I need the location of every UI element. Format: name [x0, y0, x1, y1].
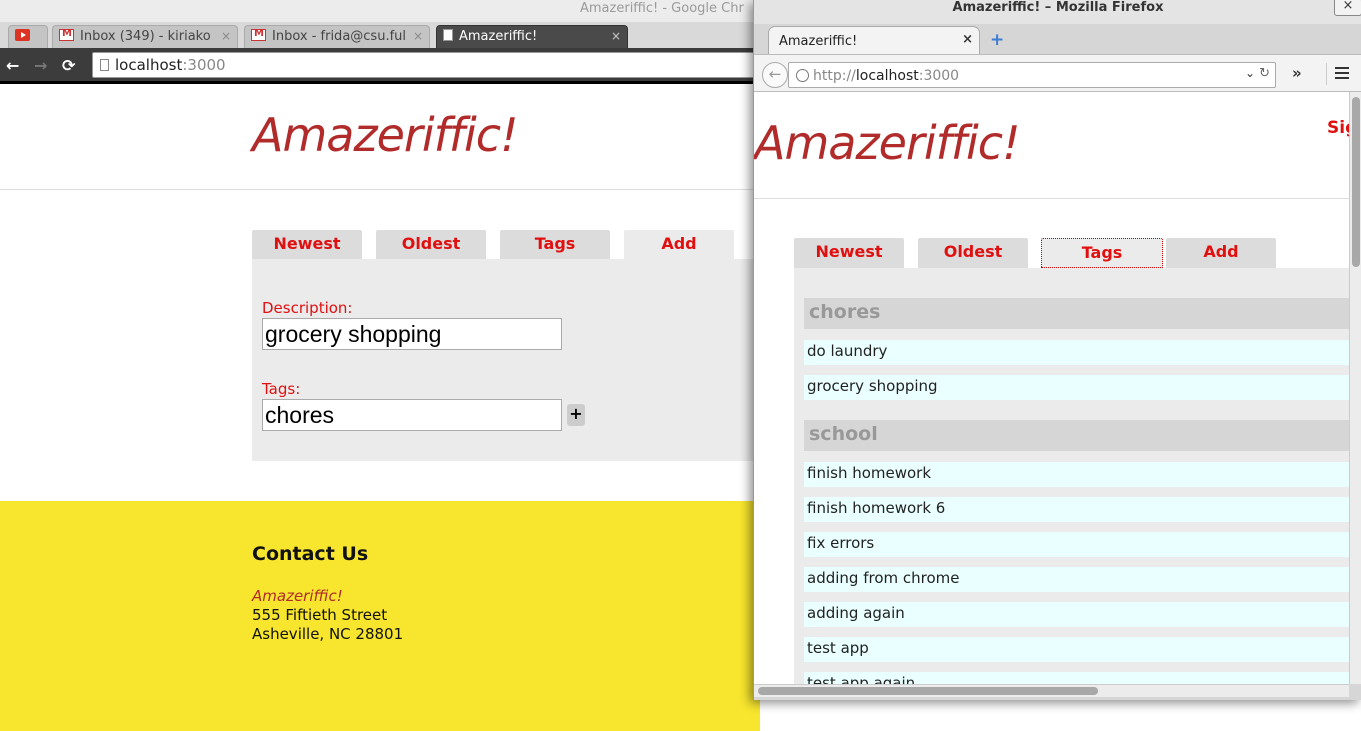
firefox-tab-label: Amazeriffic!	[779, 34, 858, 49]
brand-logo[interactable]: Amazeriffic!	[252, 108, 519, 162]
page-icon	[100, 59, 109, 71]
list-item: test app again	[804, 672, 1349, 684]
footer-brand: Amazeriffic!	[252, 587, 343, 605]
tags-input[interactable]: chores	[262, 399, 562, 431]
brand-logo[interactable]: Amazeriffic!	[754, 116, 1021, 170]
url-port: :3000	[918, 68, 960, 84]
tab-tags[interactable]: Tags	[1041, 238, 1163, 268]
tags-label: Tags:	[262, 380, 301, 398]
chrome-tab-label: Inbox - frida@csu.ful	[272, 29, 406, 44]
firefox-window: Amazeriffic! – Mozilla Firefox × Amazeri…	[753, 0, 1361, 700]
sign-in-link[interactable]: Sig	[1327, 118, 1349, 138]
firefox-address-bar[interactable]: http://localhost:3000 ⌄ ↻	[788, 62, 1276, 88]
tags-panel: chores do laundry grocery shopping schoo…	[794, 268, 1349, 684]
add-button[interactable]: +	[567, 404, 585, 426]
description-input[interactable]: grocery shopping	[262, 318, 562, 350]
list-item: finish homework	[804, 462, 1349, 487]
vertical-scrollbar[interactable]	[1349, 92, 1361, 684]
forward-arrow-icon[interactable]: →	[34, 56, 47, 75]
url-port: :3000	[182, 56, 226, 74]
chrome-tab-label: Amazeriffic!	[459, 29, 538, 44]
firefox-tab-amazeriffic[interactable]: Amazeriffic! ×	[768, 26, 980, 54]
footer-street: 555 Fiftieth Street	[252, 606, 388, 624]
list-item: adding from chrome	[804, 567, 1349, 592]
close-window-button[interactable]: ×	[1334, 0, 1361, 16]
url-scheme: http://	[813, 68, 856, 84]
tag-group-heading: school	[804, 420, 1349, 451]
footer-city: Asheville, NC 28801	[252, 625, 404, 643]
chrome-tabstrip: Inbox (349) - kiriako × Inbox - frida@cs…	[0, 22, 760, 48]
page-icon	[443, 29, 453, 41]
reload-icon[interactable]: ⟳	[62, 56, 75, 75]
page-header: Amazeriffic! Sig	[754, 92, 1349, 199]
list-item: finish homework 6	[804, 497, 1349, 522]
firefox-navbar: ← http://localhost:3000 ⌄ ↻ »	[754, 54, 1361, 92]
list-item: adding again	[804, 602, 1349, 627]
chrome-tab-inbox-2[interactable]: Inbox - frida@csu.ful ×	[244, 25, 430, 48]
tab-oldest[interactable]: Oldest	[376, 230, 486, 259]
chevron-down-icon[interactable]: ⌄	[1245, 66, 1255, 80]
firefox-page: Amazeriffic! Sig Newest Oldest Tags Add …	[754, 92, 1349, 684]
tab-add[interactable]: Add	[624, 230, 734, 259]
url-host: localhost	[855, 68, 919, 84]
tab-add[interactable]: Add	[1166, 238, 1276, 268]
list-item: test app	[804, 637, 1349, 662]
chrome-window-title: Amazeriffic! - Google Chr	[580, 1, 744, 16]
overflow-icon[interactable]: »	[1292, 64, 1302, 82]
gmail-icon	[251, 28, 266, 41]
close-icon[interactable]: ×	[221, 29, 231, 43]
chrome-tab-amazeriffic[interactable]: Amazeriffic! ×	[436, 25, 628, 48]
close-icon[interactable]: ×	[413, 29, 423, 43]
back-arrow-icon[interactable]: ←	[6, 56, 19, 75]
youtube-icon	[15, 29, 30, 41]
chrome-toolbar: ← → ⟳ localhost:3000	[0, 48, 762, 84]
reload-icon[interactable]: ↻	[1259, 66, 1270, 81]
horizontal-scrollbar[interactable]	[754, 684, 1349, 697]
add-panel: Description: grocery shopping Tags: chor…	[252, 259, 760, 461]
chrome-tab-youtube[interactable]	[8, 25, 48, 48]
list-item: fix errors	[804, 532, 1349, 557]
list-item: do laundry	[804, 340, 1349, 365]
scrollbar-thumb[interactable]	[758, 687, 1098, 695]
tab-newest[interactable]: Newest	[794, 238, 904, 268]
tag-group-heading: chores	[804, 298, 1349, 329]
chrome-address-bar[interactable]: localhost:3000	[92, 52, 762, 78]
firefox-tabstrip: Amazeriffic! × +	[754, 24, 1361, 54]
firefox-titlebar: Amazeriffic! – Mozilla Firefox ×	[754, 0, 1361, 24]
gmail-icon	[59, 28, 74, 41]
close-icon[interactable]: ×	[962, 32, 973, 47]
page-footer: Contact Us Amazeriffic! 555 Fiftieth Str…	[0, 501, 760, 731]
new-tab-icon[interactable]: +	[990, 30, 1004, 50]
list-item: grocery shopping	[804, 375, 1349, 400]
description-label: Description:	[262, 299, 353, 317]
hamburger-menu-icon[interactable]	[1326, 63, 1352, 85]
chrome-page: Amazeriffic! Newest Oldest Tags Add Desc…	[0, 84, 760, 731]
firefox-window-title: Amazeriffic! – Mozilla Firefox	[952, 0, 1164, 15]
chrome-tab-inbox-1[interactable]: Inbox (349) - kiriako ×	[52, 25, 238, 48]
scrollbar-thumb[interactable]	[1352, 97, 1360, 267]
chrome-tab-label: Inbox (349) - kiriako	[80, 29, 211, 44]
url-host: localhost	[115, 56, 183, 74]
globe-icon	[796, 69, 809, 82]
contact-heading: Contact Us	[252, 543, 369, 565]
close-icon[interactable]: ×	[611, 29, 621, 43]
page-header: Amazeriffic!	[0, 84, 760, 190]
tab-newest[interactable]: Newest	[252, 230, 362, 259]
tab-tags[interactable]: Tags	[500, 230, 610, 259]
back-arrow-icon[interactable]: ←	[762, 62, 788, 88]
tab-oldest[interactable]: Oldest	[918, 238, 1028, 268]
